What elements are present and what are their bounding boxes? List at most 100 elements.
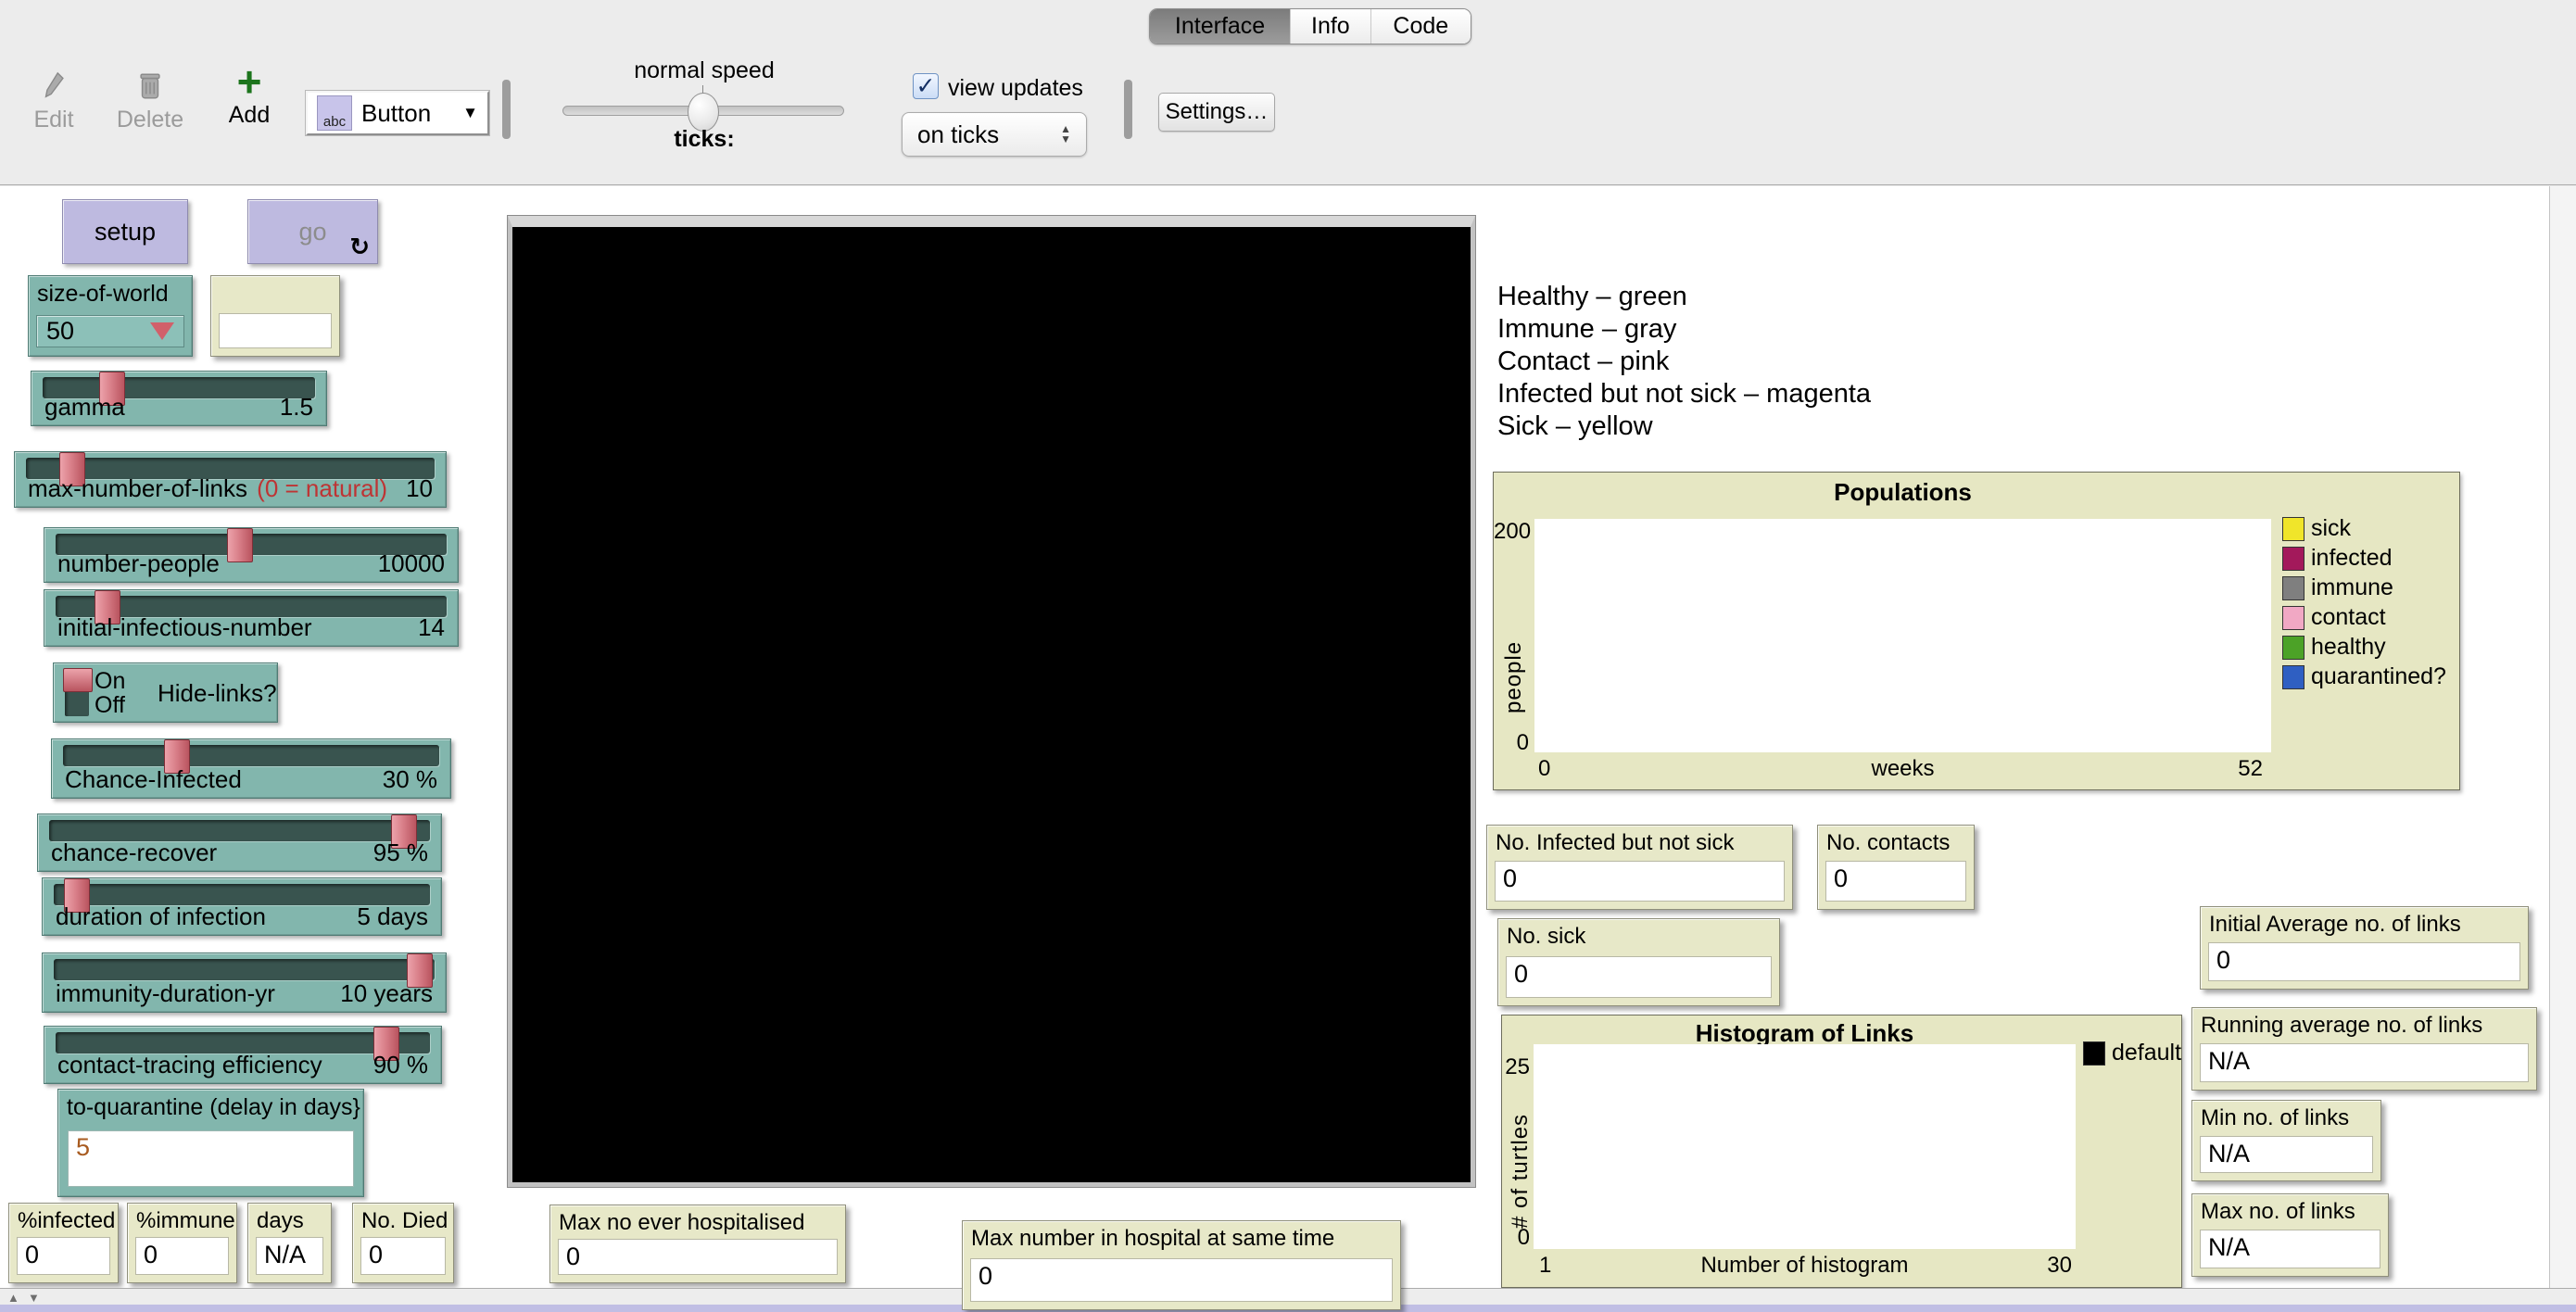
go-button[interactable]: go ↻ <box>247 199 378 264</box>
size-of-world-chooser[interactable]: size-of-world 50 <box>28 275 193 357</box>
slider-contact-tracing-efficiency[interactable]: contact-tracing efficiency 90 % <box>44 1026 442 1084</box>
input-field[interactable]: 5 <box>68 1130 354 1187</box>
no-contacts-monitor: No. contacts 0 <box>1817 825 1975 910</box>
stepper-arrows-icon: ▲ ▼ <box>1060 122 1071 145</box>
legend-item: quarantined? <box>2282 663 2446 690</box>
legend-swatch <box>2282 635 2305 660</box>
switch-channel[interactable] <box>63 668 93 716</box>
populations-plot: Populations 200 0 people 0 weeks 52 sick… <box>1493 472 2460 790</box>
add-button[interactable]: + Add <box>219 57 280 129</box>
y-axis-label: # of turtles <box>1508 1113 1533 1229</box>
chooser-value[interactable]: 50 <box>36 315 184 347</box>
abc-widget-icon: abc <box>317 95 352 131</box>
y-max-tick: 25 <box>1505 1054 1530 1079</box>
setup-label: setup <box>94 217 157 246</box>
pct-immune-monitor: %immune 0 <box>127 1203 237 1283</box>
days-monitor: days N/A <box>247 1203 332 1283</box>
slider-max-number-of-links[interactable]: max-number-of-links (0 = natural) 10 <box>14 451 447 508</box>
y-axis-label: people <box>1501 640 1526 713</box>
check-icon: ✓ <box>915 73 936 99</box>
legend-item: healthy <box>2282 634 2386 661</box>
legend-swatch <box>2282 605 2305 630</box>
widget-type-dropdown[interactable]: abc Button ▼ <box>306 91 489 135</box>
slider-note: (0 = natural) <box>257 474 388 502</box>
legend-item: sick <box>2282 515 2351 542</box>
forever-icon: ↻ <box>349 233 370 260</box>
initial-avg-links-monitor: Initial Average no. of links 0 <box>2200 906 2529 990</box>
pct-infected-monitor: %infected 0 <box>8 1203 119 1283</box>
tab-code[interactable]: Code <box>1370 9 1471 44</box>
slider-initial-infectious-number[interactable]: initial-infectious-number 14 <box>44 589 459 647</box>
legend-swatch <box>2282 516 2305 541</box>
tab-info[interactable]: Info <box>1291 9 1371 44</box>
slider-gamma[interactable]: gamma 1.5 <box>31 371 327 426</box>
color-key: Healthy – green Immune – gray Contact – … <box>1497 281 1871 443</box>
delete-label: Delete <box>116 107 184 132</box>
world-view <box>507 215 1476 1188</box>
y-min-tick: 0 <box>1517 1225 1530 1250</box>
legend-item: contact <box>2282 604 2386 631</box>
running-avg-links-monitor: Running average no. of links N/A <box>2191 1007 2537 1091</box>
widget-type-label: Button <box>361 98 432 127</box>
dropdown-arrow-icon: ▼ <box>462 104 478 121</box>
color-key-line: Contact – pink <box>1497 347 1670 376</box>
switch-label: Hide-links? <box>158 679 277 707</box>
x-axis-label: weeks <box>1871 756 1935 781</box>
tab-interface[interactable]: Interface <box>1150 9 1292 44</box>
hide-links-switch[interactable]: On Off Hide-links? <box>53 662 278 723</box>
max-links-monitor: Max no. of links N/A <box>2191 1193 2389 1277</box>
slider-duration-of-infection[interactable]: duration of infection 5 days <box>42 877 442 936</box>
ticks-label: ticks: <box>674 126 735 152</box>
legend-swatch <box>2282 664 2305 689</box>
no-sick-monitor: No. sick 0 <box>1497 918 1780 1006</box>
update-mode-select[interactable]: on ticks ▲ ▼ <box>902 112 1087 157</box>
update-mode-value: on ticks <box>917 120 1000 148</box>
edit-label: Edit <box>33 107 74 132</box>
toolbar-divider <box>502 80 511 139</box>
speed-label: normal speed <box>634 57 775 83</box>
switch-off-label: Off <box>95 692 125 718</box>
settings-button[interactable]: Settings… <box>1158 93 1275 132</box>
legend-swatch <box>2282 575 2305 600</box>
x-max-tick: 52 <box>2238 756 2263 781</box>
no-infected-not-sick-monitor: No. Infected but not sick 0 <box>1486 825 1793 910</box>
x-axis-label: Number of histogram <box>1700 1253 1909 1278</box>
legend-item: immune <box>2282 574 2393 601</box>
vertical-scrollbar[interactable] <box>2549 186 2576 1288</box>
color-key-line: Sick – yellow <box>1497 411 1653 441</box>
plot-area <box>1534 519 2271 752</box>
legend-item: infected <box>2282 545 2393 572</box>
y-min-tick: 0 <box>1516 730 1529 755</box>
histogram-of-links-plot: Histogram of Links 25 0 # of turtles 1 N… <box>1501 1015 2182 1288</box>
slider-immunity-duration-yr[interactable]: immunity-duration-yr 10 years <box>42 952 447 1013</box>
switch-knob[interactable] <box>63 668 93 692</box>
delete-button[interactable]: Delete <box>111 70 189 133</box>
plus-icon: + <box>236 57 262 106</box>
color-key-line: Healthy – green <box>1497 282 1687 311</box>
slider-chance-recover[interactable]: chance-recover 95 % <box>37 814 442 872</box>
slider-number-people[interactable]: number-people 10000 <box>44 527 459 583</box>
go-label: go <box>298 217 327 246</box>
x-max-tick: 30 <box>2047 1253 2072 1278</box>
min-links-monitor: Min no. of links N/A <box>2191 1100 2381 1181</box>
legend-swatch <box>2282 546 2305 571</box>
legend-swatch <box>2083 1041 2105 1066</box>
chooser-label: size-of-world <box>37 281 169 307</box>
input-label: to-quarantine (delay in days} <box>67 1094 360 1120</box>
toolbar: Interface Info Code Edit Delete + Add ab… <box>0 0 2576 185</box>
plot-title: Populations <box>1834 478 1972 506</box>
color-key-line: Immune – gray <box>1497 314 1677 344</box>
chooser-triangle-icon <box>150 322 174 340</box>
to-quarantine-input[interactable]: to-quarantine (delay in days} 5 <box>57 1089 364 1197</box>
free-space-monitor <box>210 275 340 357</box>
scroll-up-icon[interactable]: ▲ <box>7 1291 19 1305</box>
view-updates-checkbox[interactable]: ✓ <box>913 73 939 99</box>
slider-chance-infected[interactable]: Chance-Infected 30 % <box>51 738 451 799</box>
trash-icon <box>137 73 163 106</box>
setup-button[interactable]: setup <box>62 199 188 264</box>
plot-area <box>1534 1044 2076 1249</box>
edit-button[interactable]: Edit <box>25 70 82 133</box>
netlogo-window: Interface Info Code Edit Delete + Add ab… <box>0 0 2576 1312</box>
scroll-down-icon[interactable]: ▼ <box>28 1291 40 1305</box>
y-max-tick: 200 <box>1494 519 1532 544</box>
